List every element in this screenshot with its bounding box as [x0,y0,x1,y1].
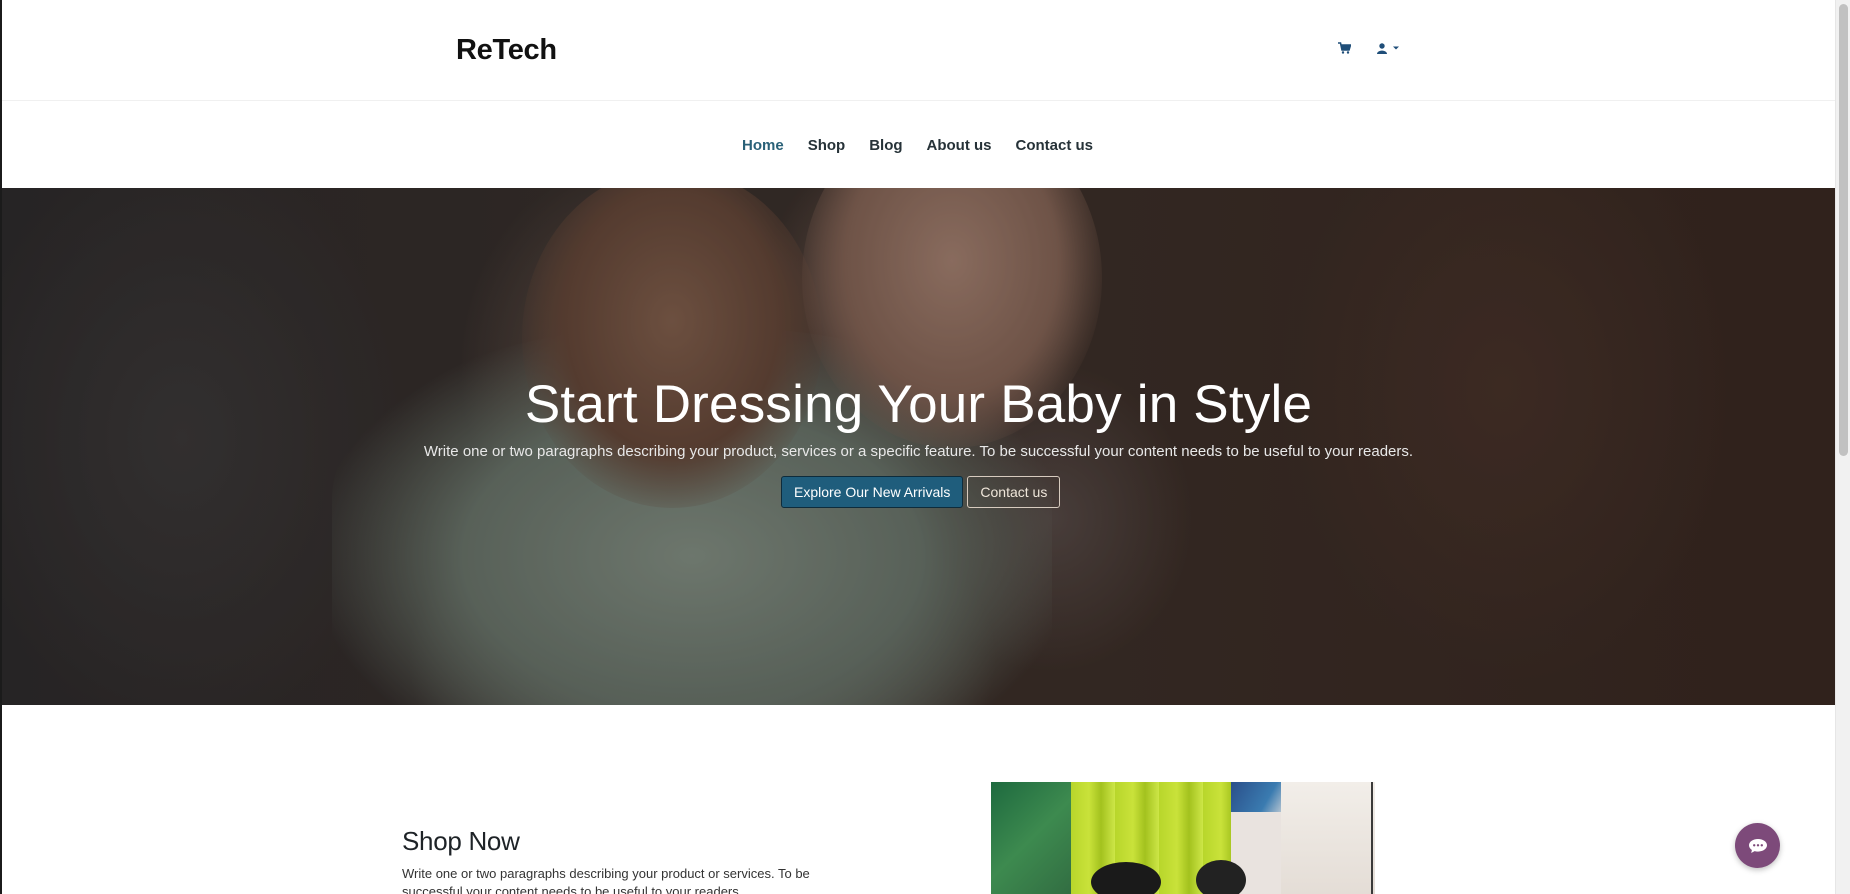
page-scrollbar[interactable] [1835,0,1850,894]
shop-now-description: Write one or two paragraphs describing y… [402,866,810,894]
header-icons [1338,42,1400,54]
image-shape [1091,862,1161,894]
nav-list: Home Shop Blog About us Contact us [742,137,1093,154]
header: ReTech [2,0,1835,101]
hero-banner: Start Dressing Your Baby in Style Write … [2,188,1835,705]
user-icon [1377,42,1387,54]
nav-item-blog[interactable]: Blog [869,137,902,154]
hero-title: Start Dressing Your Baby in Style [524,375,1313,434]
main-navigation: Home Shop Blog About us Contact us [2,101,1835,188]
chat-icon [1748,838,1767,853]
cart-button[interactable] [1338,42,1351,54]
nav-item-about-us[interactable]: About us [927,137,992,154]
user-menu-button[interactable] [1377,42,1400,54]
scrollbar-thumb[interactable] [1839,4,1848,456]
nav-item-shop[interactable]: Shop [808,137,846,154]
shopping-cart-icon [1338,42,1351,54]
image-shape [1371,782,1373,894]
hero-description: Write one or two paragraphs describing y… [423,443,1414,460]
shop-now-image [991,782,1375,894]
explore-new-arrivals-button[interactable]: Explore Our New Arrivals [781,476,964,508]
image-shape [1196,860,1246,894]
nav-item-contact-us[interactable]: Contact us [1016,137,1094,154]
caret-down-icon [1393,46,1399,50]
nav-item-home[interactable]: Home [742,137,784,154]
hero-buttons: Explore Our New Arrivals Contact us [781,476,1061,508]
brand-logo[interactable]: ReTech [456,34,557,67]
page: ReTech Home Shop Blog About us Contact u… [0,0,1850,894]
shop-now-heading: Shop Now [402,826,520,856]
hero-contact-us-button[interactable]: Contact us [967,476,1061,508]
image-shape [1281,782,1375,894]
live-chat-button[interactable] [1735,823,1780,868]
